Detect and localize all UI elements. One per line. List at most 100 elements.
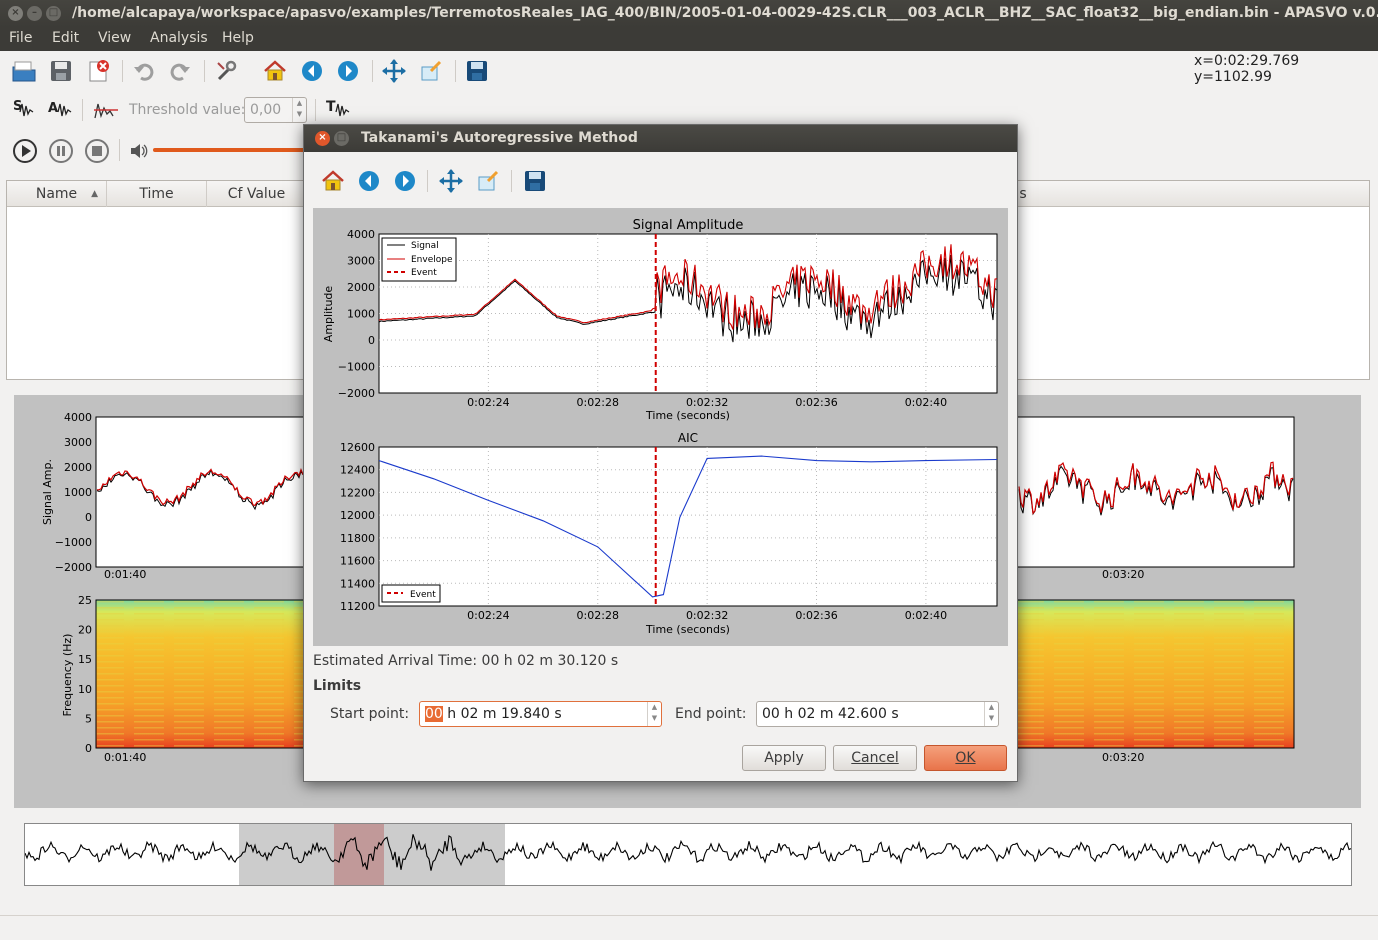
undo-icon[interactable] <box>130 57 158 85</box>
signal-xtick-2: 0:03:20 <box>1102 568 1144 581</box>
menu-help[interactable]: Help <box>222 30 254 46</box>
chart2-ytick: 11600 <box>340 555 375 568</box>
estimated-arrival-text: Estimated Arrival Time: 00 h 02 m 30.120… <box>313 653 619 669</box>
chart2-xtick: 0:02:40 <box>905 609 947 622</box>
signal-ytick: 0 <box>85 511 92 524</box>
redo-icon[interactable] <box>166 57 194 85</box>
start-spin-arrows[interactable]: ▲ ▼ <box>647 702 661 726</box>
window-title: /home/alcapaya/workspace/apasvo/examples… <box>72 5 1378 21</box>
open-icon[interactable] <box>10 57 38 85</box>
menu-bar: File Edit View Analysis Help <box>0 27 1378 51</box>
dialog-pan-icon[interactable] <box>437 167 465 195</box>
chart2-ytick: 11400 <box>340 577 375 590</box>
close-window-icon[interactable]: × <box>8 6 23 21</box>
forward-icon[interactable] <box>334 57 362 85</box>
threshold-input[interactable]: 0,00 ▲ ▼ <box>244 97 307 123</box>
chart1-ytick: −2000 <box>338 387 375 400</box>
column-header-name[interactable]: Name ▲ <box>7 181 107 207</box>
menu-edit[interactable]: Edit <box>52 30 79 46</box>
dialog-forward-icon[interactable] <box>391 167 419 195</box>
zoom-icon[interactable] <box>417 57 445 85</box>
cancel-button[interactable]: Cancel <box>833 745 917 771</box>
threshold-icon[interactable] <box>92 96 120 124</box>
signal-ylabel: Signal Amp. <box>41 459 54 525</box>
apply-button[interactable]: Apply <box>742 745 826 771</box>
threshold-value: 0,00 <box>250 102 282 118</box>
threshold-label: Threshold value: <box>129 102 246 118</box>
signal-ytick: 2000 <box>64 461 92 474</box>
chart2-ytick: 12600 <box>340 441 375 454</box>
chart1-title: Signal Amplitude <box>633 218 744 233</box>
volume-slider[interactable] <box>153 148 305 152</box>
svg-text:T: T <box>326 99 336 115</box>
close-file-icon[interactable] <box>84 57 112 85</box>
signal-xtick-1: 0:01:40 <box>104 568 146 581</box>
dialog-maximize-icon[interactable]: □ <box>334 131 349 146</box>
spec-xtick-2: 0:03:20 <box>1102 751 1144 764</box>
pause-icon[interactable] <box>47 137 75 165</box>
chart1-legend: Signal Envelope Event <box>381 237 457 282</box>
takanami-icon[interactable]: T <box>324 96 352 124</box>
chart2-xtick: 0:02:36 <box>795 609 837 622</box>
column-name-label: Name <box>35 186 78 202</box>
threshold-spin-arrows[interactable]: ▲ ▼ <box>292 98 306 122</box>
column-header-cf-value[interactable]: Cf Value <box>207 181 307 207</box>
signal-ytick: 3000 <box>64 436 92 449</box>
dialog-back-icon[interactable] <box>355 167 383 195</box>
chart1-ylabel: Amplitude <box>322 286 335 343</box>
spec-ytick: 0 <box>85 742 92 755</box>
status-bar <box>0 915 1378 940</box>
menu-file[interactable]: File <box>9 30 32 46</box>
dialog-title: Takanami's Autoregressive Method <box>361 130 638 146</box>
chart2-ytick: 11800 <box>340 532 375 545</box>
play-icon[interactable] <box>11 137 39 165</box>
legend-envelope: Envelope <box>411 255 453 265</box>
limits-heading: Limits <box>313 678 362 694</box>
back-icon[interactable] <box>298 57 326 85</box>
sta-lta-icon[interactable]: S <box>10 96 38 124</box>
home-icon[interactable] <box>261 57 289 85</box>
stop-icon[interactable] <box>83 137 111 165</box>
chart1-xtick: 0:02:28 <box>577 396 619 409</box>
chart1-ytick: 1000 <box>347 308 375 321</box>
dialog-zoom-icon[interactable] <box>474 167 502 195</box>
chart1-xlabel: Time (seconds) <box>645 409 730 422</box>
spec-ytick: 10 <box>78 683 92 696</box>
legend-signal: Signal <box>411 241 439 251</box>
legend2-event: Event <box>410 590 436 600</box>
overview-waveform <box>24 834 1352 871</box>
chart2-xtick: 0:02:32 <box>686 609 728 622</box>
save-icon[interactable] <box>47 57 75 85</box>
menu-view[interactable]: View <box>98 30 131 46</box>
signal-ytick: −2000 <box>55 561 92 574</box>
settings-icon[interactable] <box>212 57 240 85</box>
start-point-label: Start point: <box>330 706 410 722</box>
volume-icon[interactable] <box>125 137 153 165</box>
minimize-window-icon[interactable]: – <box>27 6 42 21</box>
dialog-close-icon[interactable]: × <box>315 131 330 146</box>
start-hours-selection: 00 <box>425 706 443 722</box>
save-figure-icon[interactable] <box>463 57 491 85</box>
menu-analysis[interactable]: Analysis <box>150 30 208 46</box>
chart2-xtick: 0:02:28 <box>577 609 619 622</box>
chart1-ytick: −1000 <box>338 361 375 374</box>
amp-icon[interactable]: A <box>46 96 74 124</box>
end-point-input[interactable]: 00 h 02 m 42.600 s ▲ ▼ <box>756 701 999 727</box>
end-spin-arrows[interactable]: ▲ ▼ <box>984 702 998 726</box>
start-point-input[interactable]: 00 h 02 m 19.840 s ▲ ▼ <box>419 701 662 727</box>
overview-strip[interactable] <box>24 823 1352 886</box>
dialog-home-icon[interactable] <box>319 167 347 195</box>
chart2-legend: Event <box>381 584 441 603</box>
pan-icon[interactable] <box>380 57 408 85</box>
dialog-save-figure-icon[interactable] <box>521 167 549 195</box>
takanami-dialog: × □ Takanami's Autoregressive Method Sig… <box>303 124 1018 782</box>
spec-xtick-1: 0:01:40 <box>104 751 146 764</box>
legend-event: Event <box>411 268 437 278</box>
chart2-xtick: 0:02:24 <box>467 609 509 622</box>
ok-button[interactable]: OK <box>924 745 1007 771</box>
column-header-time[interactable]: Time <box>107 181 207 207</box>
takanami-figure[interactable]: Signal Amplitude 4000 3000 2000 1000 0 −1000 −… <box>313 208 1008 646</box>
maximize-window-icon[interactable]: □ <box>46 6 61 21</box>
chart1-xtick: 0:02:24 <box>467 396 509 409</box>
end-point-label: End point: <box>675 706 747 722</box>
